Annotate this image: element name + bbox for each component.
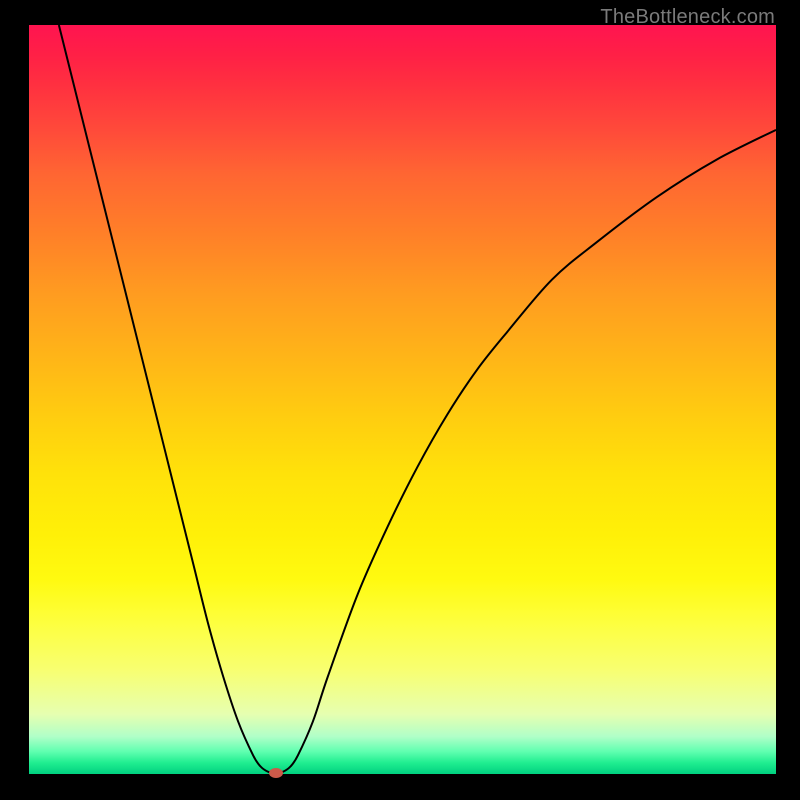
chart-container: TheBottleneck.com xyxy=(0,0,800,800)
watermark: TheBottleneck.com xyxy=(600,6,775,29)
minimum-marker xyxy=(269,768,283,778)
bottleneck-curve xyxy=(29,25,776,774)
